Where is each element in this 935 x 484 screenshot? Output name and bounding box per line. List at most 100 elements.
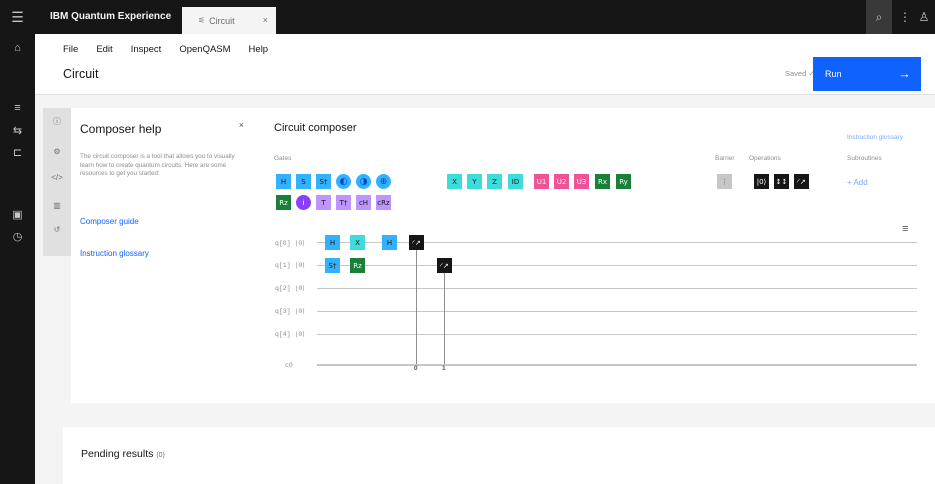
composer-glossary-link[interactable]: Instruction glossary xyxy=(847,134,903,141)
placed-gate-sdg[interactable]: S† xyxy=(325,258,340,273)
gate-crz[interactable]: cRz xyxy=(376,195,391,210)
tab-label: Circuit xyxy=(209,15,235,26)
user-icon[interactable]: ♙ xyxy=(911,0,935,34)
gate-z[interactable]: Z xyxy=(487,174,502,189)
classical-label: c0 xyxy=(285,362,293,369)
measure-icon[interactable]: ◜↗ xyxy=(437,258,452,273)
left-sidebar: ⌂ ≡ ⇆ ⊏ ▣ ◷ xyxy=(0,34,35,484)
measure-icon[interactable]: ◜↗ xyxy=(794,174,809,189)
gate-bloch-icon[interactable]: ◑ xyxy=(356,174,371,189)
menu-help[interactable]: Help xyxy=(249,44,269,55)
measure-line xyxy=(444,271,445,364)
help-title: Composer help xyxy=(80,122,162,136)
app-brand[interactable]: IBM Quantum Experience xyxy=(50,11,171,22)
qubit-label-3: q[3] |0⟩ xyxy=(275,308,305,315)
subroutines-label: Subroutines xyxy=(847,155,882,162)
gate-ch[interactable]: cH xyxy=(356,195,371,210)
classical-bit-index: 1 xyxy=(442,365,446,372)
gate-info-icon[interactable]: i xyxy=(296,195,311,210)
composer-title: Circuit composer xyxy=(274,122,357,134)
arrow-right-icon: → xyxy=(898,66,911,81)
qubit-label-4: q[4] |0⟩ xyxy=(275,331,305,338)
chart-icon[interactable]: ▥ xyxy=(43,198,71,212)
home-icon[interactable]: ⌂ xyxy=(0,38,35,58)
menu-icon[interactable]: ☰ xyxy=(0,0,35,34)
gate-t[interactable]: T xyxy=(316,195,331,210)
operations-label: Operations xyxy=(749,155,781,162)
gate-cnot-icon[interactable]: ⊕ xyxy=(376,174,391,189)
search-icon[interactable]: ⌕ xyxy=(866,0,892,34)
info-icon[interactable]: ⓘ xyxy=(43,114,71,128)
classical-wire[interactable] xyxy=(317,364,917,366)
menu-edit[interactable]: Edit xyxy=(96,44,112,55)
history-icon[interactable]: ↺ xyxy=(43,222,71,236)
barrier-icon[interactable]: ⋮ xyxy=(717,174,732,189)
qubit-label-2: q[2] |0⟩ xyxy=(275,285,305,292)
tab-circuit[interactable]: ⚟ Circuit × xyxy=(182,7,276,34)
menu-file[interactable]: File xyxy=(63,44,78,55)
gate-y[interactable]: Y xyxy=(467,174,482,189)
add-subroutine-button[interactable]: + Add xyxy=(847,178,868,187)
help-close-icon[interactable]: × xyxy=(239,120,244,130)
pending-results-title: Pending results xyxy=(81,448,154,460)
results-icon[interactable]: ▣ xyxy=(0,204,35,224)
gate-h[interactable]: H xyxy=(276,174,291,189)
instruction-glossary-link[interactable]: Instruction glossary xyxy=(80,249,149,258)
placed-gate-rz[interactable]: Rz xyxy=(350,258,365,273)
gate-x[interactable]: X xyxy=(447,174,462,189)
tab-close-icon[interactable]: × xyxy=(263,15,268,25)
qubit-label-1: q[1] |0⟩ xyxy=(275,262,305,269)
saved-status: Saved ✓ xyxy=(785,69,815,78)
list-icon[interactable]: ≡ xyxy=(0,98,35,118)
menu-bar: File Edit Inspect OpenQASM Help xyxy=(63,44,268,55)
reset-gate[interactable]: |0⟩ xyxy=(754,174,769,189)
gate-rx[interactable]: Rx xyxy=(595,174,610,189)
backends-icon[interactable]: ◷ xyxy=(0,226,35,246)
circuit-icon[interactable]: ⊏ xyxy=(0,142,35,162)
qubit-wire[interactable] xyxy=(317,311,917,312)
pending-results-count: (0) xyxy=(156,452,165,459)
pending-results-label[interactable]: Pending results (0) xyxy=(81,448,165,460)
gate-u2[interactable]: U2 xyxy=(554,174,569,189)
placed-gate-h[interactable]: H xyxy=(325,235,340,250)
menu-inspect[interactable]: Inspect xyxy=(131,44,162,55)
placed-gate-h[interactable]: H xyxy=(382,235,397,250)
gate-sdg[interactable]: S† xyxy=(316,174,331,189)
measure-icon[interactable]: ◜↗ xyxy=(409,235,424,250)
gate-rz[interactable]: Rz xyxy=(276,195,291,210)
circuit-tab-icon: ⚟ xyxy=(198,16,206,25)
qubit-wire[interactable] xyxy=(317,265,917,266)
run-label: Run xyxy=(825,69,842,79)
composer-guide-link[interactable]: Composer guide xyxy=(80,217,139,226)
measure-line xyxy=(416,249,417,364)
conditional-gate[interactable]: ↕↕ xyxy=(774,174,789,189)
barrier-label: Barrier xyxy=(715,155,735,162)
top-bar: ☰ IBM Quantum Experience ⚟ Circuit × ⌕ ⋮… xyxy=(0,0,935,34)
code-icon[interactable]: </> xyxy=(43,170,71,184)
saved-label: Saved xyxy=(785,69,807,78)
pending-results-panel: Pending results (0) xyxy=(63,427,935,484)
gate-u3[interactable]: U3 xyxy=(574,174,589,189)
menu-openqasm[interactable]: OpenQASM xyxy=(179,44,230,55)
qubit-wire[interactable] xyxy=(317,242,917,243)
gate-sqrt-x-icon[interactable]: ◐ xyxy=(336,174,351,189)
composer-help-panel: Composer help × The circuit composer is … xyxy=(71,108,257,403)
composer-icon[interactable]: ⇆ xyxy=(0,120,35,140)
page-title: Circuit xyxy=(63,67,99,81)
settings-icon[interactable]: ⚙ xyxy=(43,144,71,158)
page-header: File Edit Inspect OpenQASM Help Circuit … xyxy=(35,34,935,95)
help-toolbar: ⓘ ⚙ </> ▥ ↺ xyxy=(43,108,71,256)
help-description: The circuit composer is a tool that allo… xyxy=(80,153,235,178)
circuit-options-icon[interactable]: ≡ xyxy=(902,223,908,235)
classical-bit-index: 0 xyxy=(414,365,418,372)
gate-id[interactable]: ID xyxy=(508,174,523,189)
qubit-wire[interactable] xyxy=(317,334,917,335)
gate-ry[interactable]: Ry xyxy=(616,174,631,189)
gate-u1[interactable]: U1 xyxy=(534,174,549,189)
qubit-wire[interactable] xyxy=(317,288,917,289)
circuit-composer: Circuit composer Instruction glossary Ga… xyxy=(257,108,935,403)
gate-tdg[interactable]: T† xyxy=(336,195,351,210)
run-button[interactable]: Run → xyxy=(813,57,921,91)
gate-s[interactable]: S xyxy=(296,174,311,189)
placed-gate-x[interactable]: X xyxy=(350,235,365,250)
